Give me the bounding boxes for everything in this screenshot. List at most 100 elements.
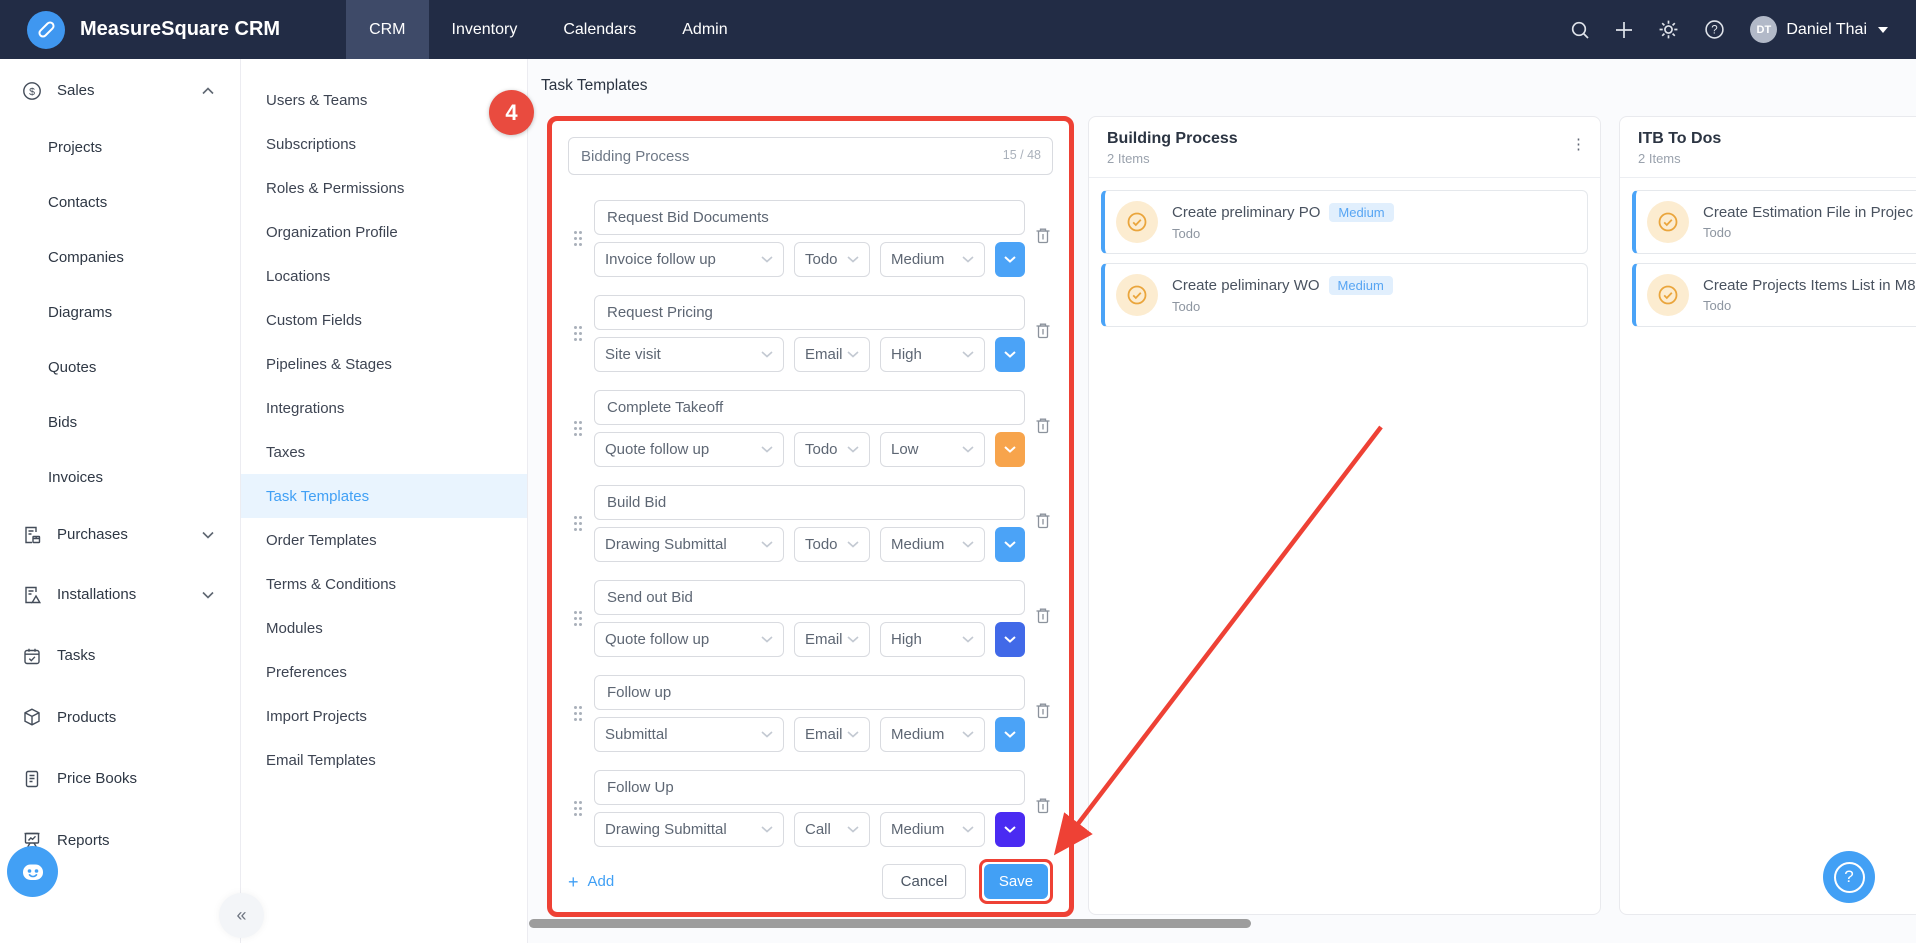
type-select[interactable]: Todo <box>794 527 870 562</box>
type-select[interactable]: Todo <box>794 242 870 277</box>
trash-icon[interactable] <box>1035 417 1051 434</box>
priority-select[interactable]: Medium <box>880 527 985 562</box>
task-name-input[interactable] <box>594 390 1025 425</box>
sidebar-item-contacts[interactable]: Contacts <box>0 175 240 230</box>
drag-handle-icon[interactable] <box>573 325 583 342</box>
task-name-input[interactable] <box>594 675 1025 710</box>
tab-calendars[interactable]: Calendars <box>540 0 659 59</box>
tab-admin[interactable]: Admin <box>659 0 750 59</box>
type-select[interactable]: Todo <box>794 432 870 467</box>
category-select[interactable]: Invoice follow up <box>594 242 784 277</box>
color-select-button[interactable] <box>995 242 1025 277</box>
priority-select[interactable]: Medium <box>880 812 985 847</box>
type-select[interactable]: Email <box>794 717 870 752</box>
sidebar-item-installations[interactable]: Installations <box>0 564 240 625</box>
sidebar-item-products[interactable]: Products <box>0 686 240 748</box>
save-button[interactable]: Save <box>984 864 1048 899</box>
drag-handle-icon[interactable] <box>573 230 583 247</box>
sidebar-item-diagrams[interactable]: Diagrams <box>0 285 240 340</box>
add-icon[interactable] <box>1615 21 1633 39</box>
sidebar-item-companies[interactable]: Companies <box>0 230 240 285</box>
tab-crm[interactable]: CRM <box>346 0 429 59</box>
settings-item-roles-permissions[interactable]: Roles & Permissions <box>241 166 527 210</box>
tab-inventory[interactable]: Inventory <box>429 0 541 59</box>
color-select-button[interactable] <box>995 337 1025 372</box>
settings-item-modules[interactable]: Modules <box>241 606 527 650</box>
sidebar-item-tasks[interactable]: Tasks <box>0 625 240 686</box>
color-select-button[interactable] <box>995 622 1025 657</box>
sidebar-item-price-books[interactable]: Price Books <box>0 748 240 809</box>
cancel-button[interactable]: Cancel <box>882 864 966 899</box>
category-select[interactable]: Drawing Submittal <box>594 527 784 562</box>
task-name-input[interactable] <box>594 485 1025 520</box>
settings-item-integrations[interactable]: Integrations <box>241 386 527 430</box>
priority-select[interactable]: Medium <box>880 242 985 277</box>
color-select-button[interactable] <box>995 812 1025 847</box>
chat-widget-button[interactable] <box>7 846 58 897</box>
trash-icon[interactable] <box>1035 227 1051 244</box>
sidebar-item-quotes[interactable]: Quotes <box>0 340 240 395</box>
trash-icon[interactable] <box>1035 797 1051 814</box>
category-select[interactable]: Submittal <box>594 717 784 752</box>
category-select[interactable]: Site visit <box>594 337 784 372</box>
drag-handle-icon[interactable] <box>573 610 583 627</box>
priority-select[interactable]: Medium <box>880 717 985 752</box>
sidebar-item-bids[interactable]: Bids <box>0 395 240 450</box>
task-name-input[interactable] <box>594 580 1025 615</box>
category-select[interactable]: Quote follow up <box>594 432 784 467</box>
task-name-input[interactable] <box>594 295 1025 330</box>
settings-item-users-teams[interactable]: Users & Teams <box>241 78 527 122</box>
drag-handle-icon[interactable] <box>573 705 583 722</box>
sidebar-item-purchases[interactable]: Purchases <box>0 505 240 564</box>
task-item[interactable]: Create Projects Items List in M8 Todo <box>1632 263 1916 327</box>
drag-handle-icon[interactable] <box>573 800 583 817</box>
task-name-input[interactable] <box>594 200 1025 235</box>
horizontal-scrollbar-thumb[interactable] <box>529 919 1251 928</box>
sidebar-item-projects[interactable]: Projects <box>0 120 240 175</box>
settings-item-subscriptions[interactable]: Subscriptions <box>241 122 527 166</box>
trash-icon[interactable] <box>1035 607 1051 624</box>
task-item[interactable]: Create peliminary WO Medium Todo <box>1101 263 1588 327</box>
search-icon[interactable] <box>1570 20 1590 40</box>
task-item[interactable]: Create Estimation File in Projec Todo <box>1632 190 1916 254</box>
add-task-button[interactable]: + Add <box>568 873 614 891</box>
category-select[interactable]: Quote follow up <box>594 622 784 657</box>
user-menu[interactable]: DT Daniel Thai <box>1750 16 1888 43</box>
category-select[interactable]: Drawing Submittal <box>594 812 784 847</box>
help-floating-button[interactable]: ? <box>1823 851 1875 903</box>
priority-select[interactable]: Low <box>880 432 985 467</box>
gear-icon[interactable] <box>1658 19 1679 40</box>
drag-handle-icon[interactable] <box>573 420 583 437</box>
drag-handle-icon[interactable] <box>573 515 583 532</box>
settings-item-custom-fields[interactable]: Custom Fields <box>241 298 527 342</box>
color-select-button[interactable] <box>995 432 1025 467</box>
trash-icon[interactable] <box>1035 702 1051 719</box>
type-select[interactable]: Call <box>794 812 870 847</box>
settings-item-taxes[interactable]: Taxes <box>241 430 527 474</box>
settings-item-task-templates[interactable]: Task Templates <box>241 474 527 518</box>
color-select-button[interactable] <box>995 527 1025 562</box>
type-select[interactable]: Email <box>794 622 870 657</box>
settings-item-pipelines-stages[interactable]: Pipelines & Stages <box>241 342 527 386</box>
settings-item-preferences[interactable]: Preferences <box>241 650 527 694</box>
template-name-input[interactable] <box>568 137 1053 175</box>
task-item[interactable]: Create preliminary PO Medium Todo <box>1101 190 1588 254</box>
sidebar-item-sales[interactable]: $ Sales <box>0 61 240 120</box>
settings-item-import-projects[interactable]: Import Projects <box>241 694 527 738</box>
kebab-menu-icon[interactable]: ⋮ <box>1571 137 1586 152</box>
trash-icon[interactable] <box>1035 322 1051 339</box>
help-icon[interactable]: ? <box>1704 19 1725 40</box>
priority-select[interactable]: High <box>880 622 985 657</box>
sidebar-item-invoices[interactable]: Invoices <box>0 450 240 505</box>
settings-item-email-templates[interactable]: Email Templates <box>241 738 527 782</box>
color-select-button[interactable] <box>995 717 1025 752</box>
settings-item-order-templates[interactable]: Order Templates <box>241 518 527 562</box>
sidebar-collapse-button[interactable]: « <box>219 893 264 938</box>
trash-icon[interactable] <box>1035 512 1051 529</box>
settings-item-locations[interactable]: Locations <box>241 254 527 298</box>
task-name-input[interactable] <box>594 770 1025 805</box>
type-select[interactable]: Email <box>794 337 870 372</box>
priority-select[interactable]: High <box>880 337 985 372</box>
settings-item-terms-conditions[interactable]: Terms & Conditions <box>241 562 527 606</box>
settings-item-organization-profile[interactable]: Organization Profile <box>241 210 527 254</box>
